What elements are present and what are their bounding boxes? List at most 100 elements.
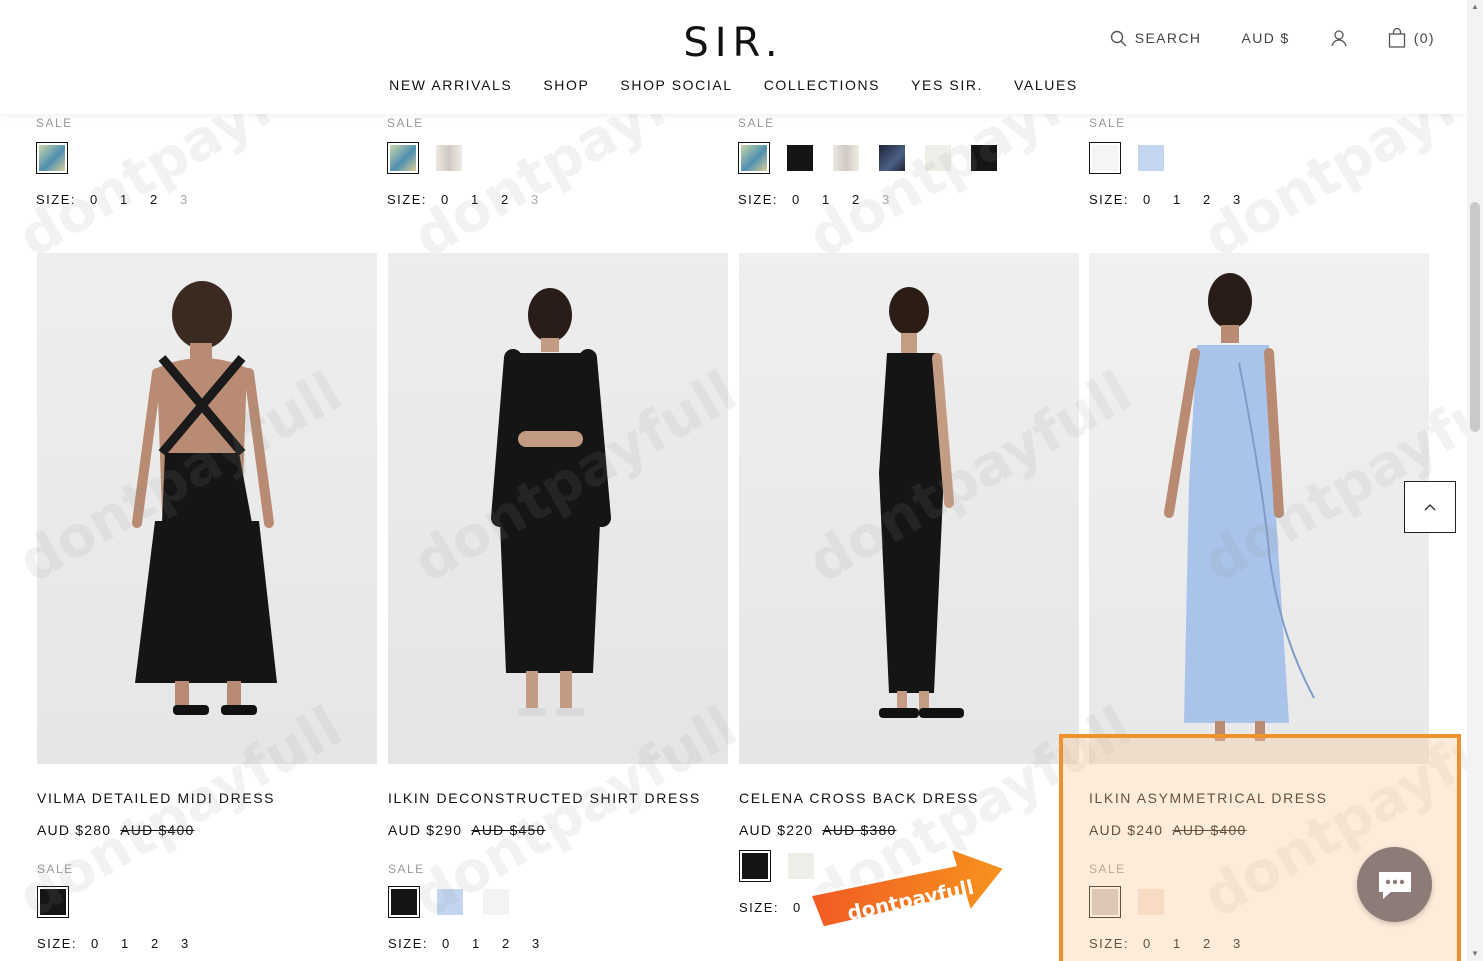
color-swatches — [388, 886, 728, 918]
size-option[interactable]: 1 — [121, 936, 151, 951]
account-button[interactable] — [1330, 29, 1348, 47]
size-option[interactable]: 0 — [792, 192, 822, 207]
product-card[interactable]: VILMA DETAILED MIDI DRESS AUD $280 AUD $… — [37, 253, 377, 951]
size-option[interactable]: 2 — [502, 936, 532, 951]
product-card[interactable]: CELENA CROSS BACK DRESS AUD $220 AUD $38… — [739, 253, 1079, 915]
size-label: SIZE: — [388, 936, 429, 951]
size-option[interactable]: 1 — [822, 192, 852, 207]
currency-selector[interactable]: AUD $ — [1241, 30, 1289, 46]
size-option[interactable]: 3 — [532, 936, 562, 951]
size-option[interactable]: 1 — [1173, 192, 1203, 207]
color-swatch-white[interactable] — [1089, 142, 1121, 174]
size-label: SIZE: — [1089, 192, 1130, 207]
color-swatch-print[interactable] — [387, 142, 419, 174]
size-label: SIZE: — [387, 192, 428, 207]
size-list: SIZE: 0 1 2 3 — [36, 192, 376, 207]
search-icon — [1110, 30, 1127, 46]
size-option[interactable]: 0 — [91, 936, 121, 951]
scroll-down-arrow-icon[interactable]: ▼ — [1470, 949, 1480, 959]
product-card-partial: SALE SIZE: 0 1 2 3 — [1089, 116, 1429, 207]
color-swatch-blue[interactable] — [434, 886, 466, 918]
product-card-partial: SALE SIZE: 0 1 2 3 — [738, 116, 1078, 207]
color-swatch-champagne[interactable] — [433, 142, 465, 174]
size-option[interactable]: 2 — [150, 192, 180, 207]
nav-values[interactable]: VALUES — [1014, 77, 1078, 93]
color-swatches — [1089, 142, 1429, 174]
sale-label: SALE — [36, 116, 73, 130]
product-name[interactable]: ILKIN DECONSTRUCTED SHIRT DRESS — [388, 790, 728, 806]
product-name[interactable]: CELENA CROSS BACK DRESS — [739, 790, 1079, 806]
nav-yes-sir[interactable]: YES SIR. — [911, 77, 983, 93]
sale-price: AUD $290 — [388, 822, 463, 838]
size-option[interactable]: 3 — [531, 192, 561, 207]
size-label: SIZE: — [37, 936, 78, 951]
size-option[interactable]: 3 — [882, 192, 912, 207]
scrollbar-thumb[interactable] — [1470, 202, 1480, 432]
size-option[interactable]: 3 — [181, 936, 211, 951]
sale-label: SALE — [387, 116, 424, 130]
size-option[interactable]: 2 — [501, 192, 531, 207]
sale-price: AUD $220 — [739, 822, 814, 838]
cart-button[interactable]: (0) — [1388, 28, 1435, 48]
color-swatches — [37, 886, 377, 918]
size-list: SIZE: 0 1 2 3 — [387, 192, 727, 207]
chat-button[interactable] — [1357, 847, 1432, 922]
page-scrollbar[interactable]: ▲ ▼ — [1467, 0, 1483, 961]
cart-count: (0) — [1413, 30, 1435, 46]
color-swatch-black[interactable] — [37, 886, 69, 918]
nav-collections[interactable]: COLLECTIONS — [764, 77, 880, 93]
size-option[interactable]: 2 — [1203, 192, 1233, 207]
color-swatch-black[interactable] — [784, 142, 816, 174]
product-name[interactable]: VILMA DETAILED MIDI DRESS — [37, 790, 377, 806]
size-option[interactable]: 1 — [120, 192, 150, 207]
bag-icon — [1388, 28, 1405, 48]
product-card[interactable]: ILKIN DECONSTRUCTED SHIRT DRESS AUD $290… — [388, 253, 728, 951]
size-option[interactable]: 1 — [471, 192, 501, 207]
size-label: SIZE: — [36, 192, 77, 207]
size-option[interactable]: 0 — [441, 192, 471, 207]
site-header: SIR. SEARCH AUD $ (0) NEW ARRIVALS SHOP … — [0, 0, 1467, 114]
color-swatch-black[interactable] — [968, 142, 1000, 174]
color-swatch-champagne[interactable] — [830, 142, 862, 174]
color-swatch-print[interactable] — [36, 142, 68, 174]
search-button[interactable]: SEARCH — [1110, 30, 1202, 47]
size-option[interactable]: 0 — [1143, 192, 1173, 207]
size-option[interactable]: 3 — [180, 192, 210, 207]
sale-price: AUD $280 — [37, 822, 112, 838]
size-label: SIZE: — [739, 900, 780, 915]
product-image[interactable] — [388, 253, 728, 764]
color-swatches — [738, 142, 1078, 174]
product-image[interactable] — [1089, 253, 1429, 764]
color-swatch-ivory[interactable] — [922, 142, 954, 174]
size-label: SIZE: — [738, 192, 779, 207]
color-swatches — [387, 142, 727, 174]
header-utilities: SEARCH AUD $ (0) — [1110, 28, 1435, 48]
nav-new-arrivals[interactable]: NEW ARRIVALS — [389, 77, 512, 93]
size-list: SIZE: 0 1 2 3 — [37, 936, 377, 951]
size-option[interactable]: 2 — [852, 192, 882, 207]
size-option[interactable]: 2 — [151, 936, 181, 951]
scroll-up-arrow-icon[interactable]: ▲ — [1470, 2, 1480, 12]
chevron-up-icon — [1424, 504, 1436, 511]
color-swatch-black[interactable] — [739, 850, 771, 882]
size-option[interactable]: 1 — [472, 936, 502, 951]
nav-shop-social[interactable]: SHOP SOCIAL — [620, 77, 732, 93]
size-option[interactable]: 3 — [1233, 192, 1263, 207]
size-option[interactable]: 0 — [442, 936, 472, 951]
size-list: SIZE: 0 1 2 3 — [738, 192, 1078, 207]
color-swatch-blue[interactable] — [1135, 142, 1167, 174]
color-swatch-black[interactable] — [388, 886, 420, 918]
original-price: AUD $450 — [471, 822, 546, 838]
product-price: AUD $220 AUD $380 — [739, 822, 1079, 838]
product-image[interactable] — [739, 253, 1079, 764]
search-label: SEARCH — [1134, 30, 1202, 46]
color-swatches — [36, 142, 376, 174]
color-swatch-navy-print[interactable] — [876, 142, 908, 174]
product-image[interactable] — [37, 253, 377, 764]
color-swatch-white[interactable] — [480, 886, 512, 918]
nav-shop[interactable]: SHOP — [543, 77, 589, 93]
size-option[interactable]: 0 — [90, 192, 120, 207]
original-price: AUD $380 — [822, 822, 897, 838]
back-to-top-button[interactable] — [1404, 481, 1456, 533]
color-swatch-print[interactable] — [738, 142, 770, 174]
